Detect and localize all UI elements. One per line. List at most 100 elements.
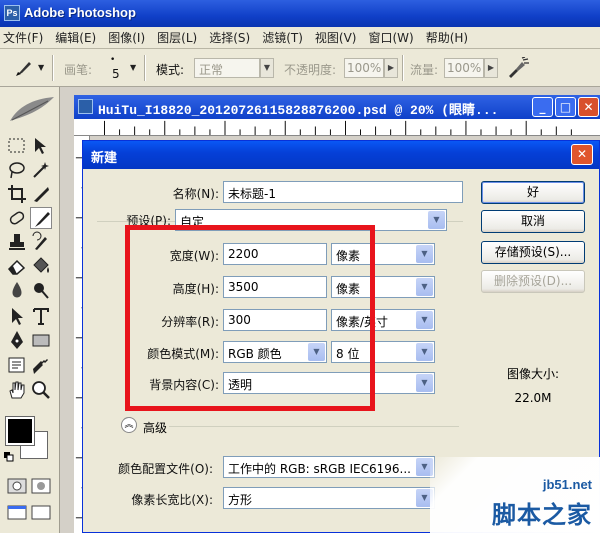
dialog-close-icon[interactable]: ✕ [571, 144, 593, 165]
brush-tool-selected-icon[interactable] [30, 207, 52, 229]
advanced-divider [169, 426, 459, 427]
mode-label: 模式: [156, 63, 185, 77]
color-profile-label: 颜色配置文件(O): [118, 462, 213, 476]
horizontal-ruler [74, 119, 600, 136]
pixel-aspect-select[interactable]: 方形 ▼ [223, 487, 435, 509]
mode-select[interactable]: 正常 [194, 58, 260, 78]
menu-view[interactable]: 视图(V) [312, 29, 366, 46]
eraser-tool-icon[interactable] [6, 255, 28, 277]
width-unit-dropdown-icon[interactable]: ▼ [416, 245, 433, 263]
menu-file[interactable]: 文件(F) [0, 29, 52, 46]
eyedropper-tool-icon[interactable] [30, 355, 52, 377]
notes-tool-icon[interactable] [6, 355, 28, 377]
watermark-url: jb51.net [542, 477, 592, 492]
crop-tool-icon[interactable] [6, 183, 28, 205]
mode-dropdown-icon[interactable]: ▼ [260, 58, 274, 78]
options-bar: ▼ 画笔: • 5 ▼ 模式: 正常 ▼ 不透明度: 100% ▶ 流量: 10… [0, 49, 600, 87]
resolution-unit-dropdown-icon[interactable]: ▼ [416, 311, 433, 329]
image-size-label: 图像大小: [506, 367, 560, 381]
brush-label: 画笔: [64, 63, 93, 77]
document-title: HuiTu_I18820_20120726115828876200.psd @ … [98, 103, 499, 118]
toolbox [0, 87, 60, 533]
move-tool-icon[interactable] [30, 135, 52, 157]
bit-depth-dropdown-icon[interactable]: ▼ [416, 343, 433, 361]
slice-tool-icon[interactable] [30, 183, 52, 205]
full-screen-mode-icon[interactable] [30, 501, 52, 523]
flow-input[interactable]: 100% [444, 58, 484, 78]
close-icon[interactable]: ✕ [578, 97, 599, 117]
clone-stamp-tool-icon[interactable] [6, 231, 28, 253]
save-preset-button[interactable]: 存储预设(S)... [481, 241, 585, 264]
brush-size-value[interactable]: 5 [112, 67, 120, 81]
marquee-tool-icon[interactable] [6, 135, 28, 157]
path-selection-tool-icon[interactable] [6, 305, 28, 327]
ok-button[interactable]: 好 [481, 181, 585, 204]
type-tool-icon[interactable] [30, 305, 52, 327]
dialog-titlebar[interactable]: 新建 ✕ [83, 141, 599, 169]
brush-preset-dropdown-icon[interactable]: ▼ [38, 63, 44, 72]
opacity-label: 不透明度: [284, 63, 337, 77]
history-brush-tool-icon[interactable] [30, 231, 52, 253]
height-unit-dropdown-icon[interactable]: ▼ [416, 278, 433, 296]
name-input[interactable]: 未标题-1 [223, 181, 463, 203]
color-profile-value: 工作中的 RGB: sRGB IEC6196... [228, 462, 411, 476]
standard-mode-icon[interactable] [6, 475, 28, 497]
preset-dropdown-icon[interactable]: ▼ [428, 211, 445, 229]
pen-tool-icon[interactable] [6, 329, 28, 351]
cancel-button[interactable]: 取消 [481, 210, 585, 233]
app-titlebar: Ps Adobe Photoshop [0, 0, 600, 27]
app-title: Adobe Photoshop [24, 5, 136, 20]
watermark: jb51.net 脚本之家 [430, 457, 600, 533]
minimize-icon[interactable]: _ [532, 97, 553, 117]
magic-wand-tool-icon[interactable] [30, 159, 52, 181]
lasso-tool-icon[interactable] [6, 159, 28, 181]
airbrush-icon[interactable] [506, 57, 530, 79]
name-label: 名称(N): [172, 187, 219, 201]
watermark-brand: 脚本之家 [492, 501, 592, 529]
rectangle-tool-icon[interactable] [30, 329, 52, 351]
photoshop-logo-icon: Ps [4, 5, 20, 21]
separator [144, 55, 146, 81]
default-colors-icon[interactable] [4, 451, 14, 462]
opacity-dropdown-icon[interactable]: ▶ [384, 58, 398, 78]
menu-image[interactable]: 图像(I) [105, 29, 154, 46]
hand-tool-icon[interactable] [6, 379, 28, 401]
brush-tool-icon[interactable] [14, 59, 34, 77]
delete-preset-button[interactable]: 删除预设(D)... [481, 270, 585, 293]
menu-select[interactable]: 选择(S) [206, 29, 259, 46]
maximize-icon[interactable]: □ [555, 97, 576, 117]
healing-brush-tool-icon[interactable] [6, 207, 28, 229]
brush-preview-icon: • [110, 55, 116, 65]
menu-help[interactable]: 帮助(H) [423, 29, 477, 46]
separator [402, 55, 404, 81]
menu-filter[interactable]: 滤镜(T) [259, 29, 312, 46]
flow-label: 流量: [410, 63, 439, 77]
menu-edit[interactable]: 编辑(E) [52, 29, 105, 46]
advanced-toggle-icon[interactable]: ︽ [121, 417, 137, 433]
document-icon [78, 99, 93, 114]
blur-tool-icon[interactable] [6, 279, 28, 301]
flow-dropdown-icon[interactable]: ▶ [484, 58, 498, 78]
image-size-value: 22.0M [514, 391, 552, 405]
pixel-aspect-value: 方形 [228, 493, 253, 507]
separator [52, 55, 54, 81]
photoshop-feather-icon[interactable] [8, 95, 56, 123]
dodge-tool-icon[interactable] [30, 279, 52, 301]
dialog-title: 新建 [91, 151, 118, 166]
menu-window[interactable]: 窗口(W) [365, 29, 422, 46]
advanced-label: 高级 [143, 421, 168, 435]
menu-layer[interactable]: 图层(L) [154, 29, 206, 46]
foreground-color-swatch[interactable] [5, 416, 35, 446]
highlight-annotation-box [125, 225, 375, 411]
pixel-aspect-label: 像素长宽比(X): [131, 493, 213, 507]
zoom-tool-icon[interactable] [30, 379, 52, 401]
paint-bucket-tool-icon[interactable] [30, 255, 52, 277]
background-contents-dropdown-icon[interactable]: ▼ [416, 374, 433, 392]
menu-bar: 文件(F) 编辑(E) 图像(I) 图层(L) 选择(S) 滤镜(T) 视图(V… [0, 27, 600, 49]
brush-size-dropdown-icon[interactable]: ▼ [130, 63, 136, 72]
quick-mask-mode-icon[interactable] [30, 475, 52, 497]
screen-mode-icon[interactable] [6, 501, 28, 523]
opacity-input[interactable]: 100% [344, 58, 384, 78]
color-profile-select[interactable]: 工作中的 RGB: sRGB IEC6196... ▼ [223, 456, 435, 478]
document-titlebar[interactable]: HuiTu_I18820_20120726115828876200.psd @ … [74, 95, 600, 119]
